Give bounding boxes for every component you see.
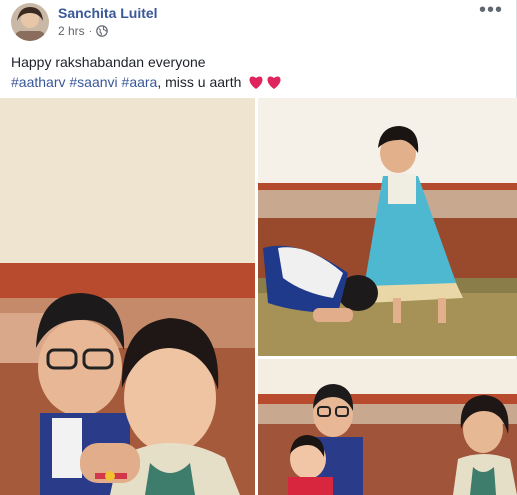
- post-text: Happy rakshabandan everyone #aatharv #sa…: [11, 52, 282, 92]
- post-text-line-2: #aatharv #saanvi #aara, miss u aarth: [11, 72, 282, 92]
- post-meta: 2 hrs ·: [58, 24, 108, 38]
- heart-icon: [249, 76, 263, 89]
- author-avatar[interactable]: [11, 3, 49, 41]
- heart-icon: [267, 76, 281, 89]
- globe-icon[interactable]: [96, 25, 108, 37]
- more-options-button[interactable]: •••: [479, 0, 503, 20]
- hearts-emoji: [248, 75, 282, 90]
- hashtag-aatharv[interactable]: #aatharv: [11, 74, 65, 90]
- separator-dot: ·: [88, 25, 93, 37]
- hashtag-saanvi[interactable]: #saanvi: [69, 74, 117, 90]
- hashtag-aara[interactable]: #aara: [122, 74, 158, 90]
- author-name[interactable]: Sanchita Luitel: [58, 5, 158, 21]
- photo-kids-rakhi[interactable]: [0, 98, 255, 495]
- post-text-suffix: , miss u aarth: [157, 74, 242, 90]
- post-time[interactable]: 2 hrs: [58, 24, 85, 38]
- photo-three-kids[interactable]: [258, 359, 517, 495]
- photo-boy-bowing[interactable]: [258, 98, 517, 356]
- facebook-post-card: Sanchita Luitel 2 hrs · ••• Happy raksha…: [0, 0, 517, 495]
- post-text-line-1: Happy rakshabandan everyone: [11, 54, 206, 70]
